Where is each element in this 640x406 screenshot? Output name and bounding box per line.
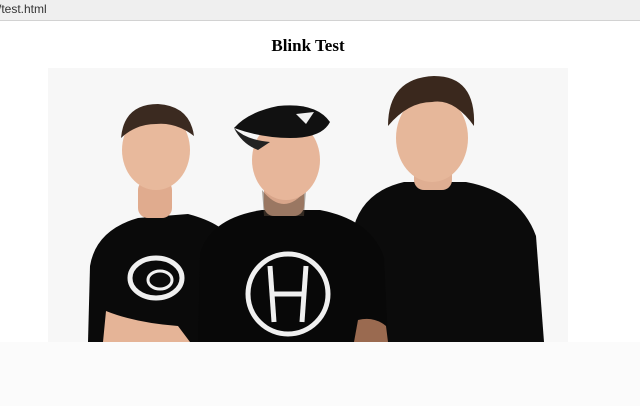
page-title: Blink Test: [271, 36, 345, 55]
page-bottom-area: [0, 342, 640, 406]
band-photo: [48, 68, 568, 342]
url-text[interactable]: /test.html: [0, 2, 47, 16]
band-photo-illustration: [48, 68, 568, 342]
browser-address-bar[interactable]: /test.html: [0, 0, 640, 21]
